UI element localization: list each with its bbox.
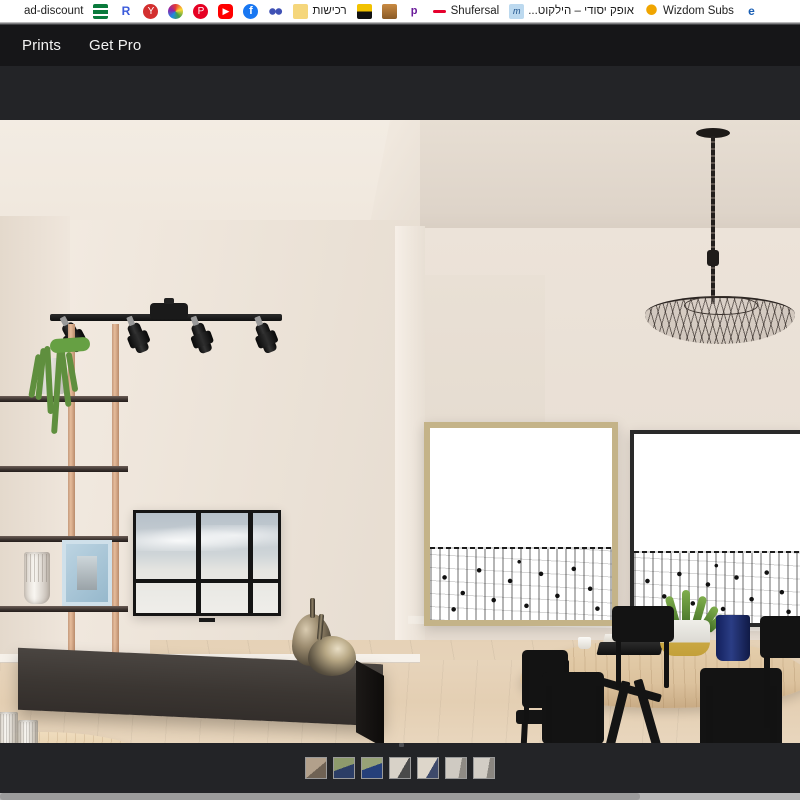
room-render-image[interactable] <box>0 120 800 743</box>
track-canopy <box>150 298 188 319</box>
glass-object <box>18 720 38 743</box>
bookmark-label: ad-discount <box>24 5 84 17</box>
photo-frame <box>62 540 112 606</box>
bookmark-item[interactable]: R <box>113 0 138 22</box>
wood-favicon <box>381 3 397 19</box>
bookmark-item[interactable]: P <box>188 0 213 22</box>
ladder-shelf <box>0 324 130 674</box>
green-bars-favicon <box>93 3 109 19</box>
dining-chair <box>612 606 682 706</box>
folder-favicon <box>293 3 309 19</box>
bulb-favicon <box>643 3 659 19</box>
glass-vase <box>24 552 50 604</box>
shufersal-favicon <box>431 3 447 19</box>
tv-panel <box>133 510 281 616</box>
dining-chair <box>760 616 800 743</box>
youtube-favicon: ▶ <box>218 3 234 19</box>
tv-mullion <box>248 513 253 613</box>
blue-e-favicon: e <box>743 3 759 19</box>
tv-clouds <box>136 525 278 551</box>
app-root: ad-discount R Y P ▶ f רכישות p Shufersal… <box>0 0 800 800</box>
bookmark-item[interactable] <box>352 0 377 22</box>
render-viewer-stage[interactable] <box>0 66 800 793</box>
bookmark-item[interactable]: Y <box>138 0 163 22</box>
two-dots-favicon <box>268 3 284 19</box>
media-console-end <box>356 660 384 743</box>
bronze-vase-wide <box>308 636 356 676</box>
thumbnail-3[interactable] <box>361 757 383 779</box>
bookmark-label: Wizdom Subs <box>662 5 734 17</box>
bookmark-item[interactable]: p <box>402 0 427 22</box>
thumbnail-1[interactable] <box>305 757 327 779</box>
bookmark-item[interactable] <box>88 0 113 22</box>
pendant-lamp <box>640 128 800 344</box>
thumbnail-4[interactable] <box>389 757 411 779</box>
site-top-nav: Prints Get Pro <box>0 25 800 66</box>
bookmark-item[interactable]: ▶ <box>213 0 238 22</box>
bookmark-item[interactable]: ad-discount <box>0 0 88 22</box>
blue-m-favicon: m <box>509 3 525 19</box>
pendant-chain <box>711 136 715 304</box>
strip-drag-handle[interactable] <box>399 743 404 747</box>
bookmark-item[interactable]: e <box>739 0 764 22</box>
browser-bookmarks-bar: ad-discount R Y P ▶ f רכישות p Shufersal… <box>0 0 800 22</box>
blue-vase <box>716 615 750 661</box>
page-scrollbar-thumb[interactable] <box>0 793 640 800</box>
bookmark-item[interactable]: m אופק יסודי – הילקוט... <box>504 0 639 22</box>
thumbnail-2[interactable] <box>333 757 355 779</box>
bookmark-label: Shufersal <box>450 5 500 17</box>
yellow-black-favicon <box>356 3 372 19</box>
bookmark-item[interactable] <box>377 0 402 22</box>
bookmark-label: רכישות <box>312 5 347 17</box>
yandex-favicon: Y <box>143 3 159 19</box>
bookmark-item[interactable]: f <box>238 0 263 22</box>
coffee-cup <box>578 637 591 649</box>
purple-p-favicon: p <box>406 3 422 19</box>
thumbnail-7[interactable] <box>473 757 495 779</box>
bookmark-item[interactable]: Wizdom Subs <box>639 0 739 22</box>
artwork-left <box>424 422 618 626</box>
pinterest-favicon: P <box>193 3 209 19</box>
bookmark-item[interactable]: Shufersal <box>427 0 505 22</box>
thumbnail-6[interactable] <box>445 757 467 779</box>
spotlight-head <box>190 321 213 355</box>
tv-mullion <box>196 513 201 613</box>
nav-prints[interactable]: Prints <box>8 25 75 66</box>
pendant-inner-ring <box>684 296 758 315</box>
bookmark-item[interactable]: רכישות <box>288 0 351 22</box>
thumbnail-strip <box>0 743 800 793</box>
bookmark-label: אופק יסודי – הילקוט... <box>528 5 634 17</box>
page-scrollbar[interactable] <box>0 793 800 800</box>
facebook-favicon: f <box>243 3 259 19</box>
glass-object <box>0 712 18 743</box>
wall-column <box>395 226 425 676</box>
letter-r-favicon: R <box>118 3 134 19</box>
spotlight-head <box>254 321 278 355</box>
hanging-plant <box>16 332 91 435</box>
bookmark-item[interactable] <box>263 0 288 22</box>
nav-get-pro[interactable]: Get Pro <box>75 25 155 66</box>
thumbnail-5[interactable] <box>417 757 439 779</box>
shelf-board <box>0 466 128 472</box>
artwork-beach-crowd <box>430 548 612 620</box>
shelf-board <box>0 606 128 612</box>
bookmark-item[interactable] <box>163 0 188 22</box>
shelf-rail <box>112 324 119 654</box>
tv-stand <box>199 618 215 622</box>
rainbow-b-favicon <box>168 3 184 19</box>
discount-favicon <box>5 3 20 19</box>
tv-mullion <box>136 579 278 583</box>
pendant-knob <box>707 250 719 266</box>
